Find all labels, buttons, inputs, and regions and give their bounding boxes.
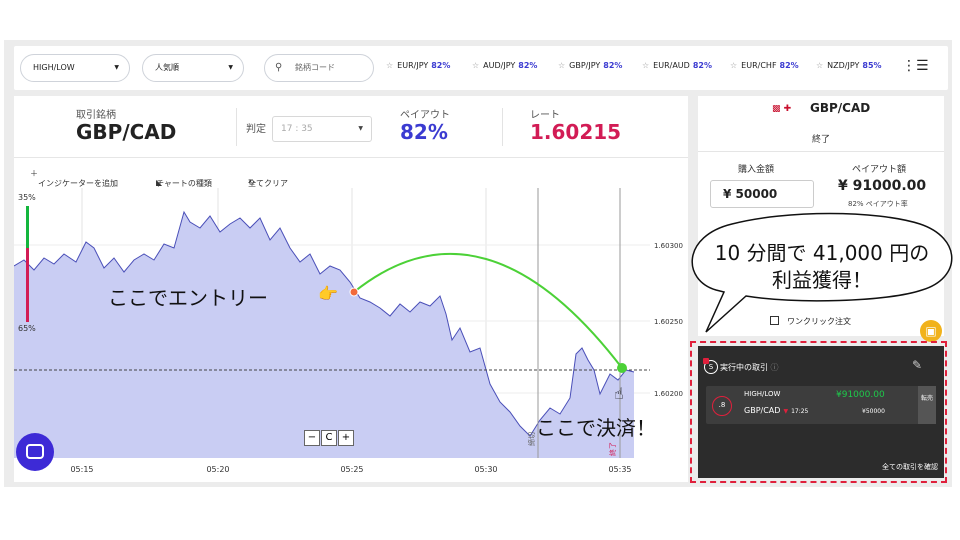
mode-select[interactable]: HIGH/LOW ▼ xyxy=(20,54,130,82)
order-header: ▩ ✚ GBP/CAD 終了 xyxy=(698,96,944,152)
payout-amount: ¥ 91000.00 xyxy=(838,178,927,194)
judge-select[interactable]: 17 : 35 ▼ xyxy=(272,116,372,142)
payout-label: ペイアウト xyxy=(400,110,450,121)
search-placeholder: 銘柄コード xyxy=(295,63,335,72)
chevron-down-icon: ▼ xyxy=(228,64,233,71)
order-status: 終了 xyxy=(811,135,830,145)
chevron-down-icon: ▼ xyxy=(358,125,363,132)
entry-annotation: ここでエントリー xyxy=(108,286,268,310)
judge-value: 17 : 35 xyxy=(281,124,313,134)
bubble-text: 10 分間で 41,000 円の 利益獲得！ xyxy=(694,240,950,294)
chart-toolbar: ＋ インジケーターを追加 ◣ チャートの種類 ↻ 全てクリア xyxy=(14,158,688,188)
bubble-line2: 利益獲得！ xyxy=(772,268,872,292)
payout-amount-label: ペイアウト額 xyxy=(852,165,907,175)
sentiment-high-bar xyxy=(26,206,29,248)
star-icon: ☆ xyxy=(642,61,650,70)
purchase-label: 購入金額 xyxy=(738,165,775,175)
favorite-payout: 85% xyxy=(862,61,882,70)
zoom-in-button[interactable]: + xyxy=(338,430,354,446)
x-tick-label: 05:30 xyxy=(474,465,497,474)
favorite-payout: 82% xyxy=(692,61,712,70)
pointing-hand-icon: ☝ xyxy=(614,384,624,403)
search-icon: ⚲ xyxy=(275,62,283,73)
top-bar: HIGH/LOW ▼ 人気順 ▼ ⚲ 銘柄コード ☆ EUR/JPY 82% ☆ AU… xyxy=(14,46,948,90)
close-annotation: ここで決済！ xyxy=(536,416,656,440)
star-icon: ☆ xyxy=(816,61,824,70)
favorite-pair: NZD/JPY xyxy=(827,61,860,70)
sentiment-low-label: 65% xyxy=(18,324,36,333)
chat-button[interactable] xyxy=(16,433,54,471)
search-input[interactable]: ⚲ 銘柄コード xyxy=(264,54,374,82)
sentiment-high-label: 35% xyxy=(18,193,36,202)
favorite-nzdjpy[interactable]: ☆ NZD/JPY 85% xyxy=(816,61,882,70)
zoom-out-button[interactable]: − xyxy=(304,430,320,446)
star-icon: ☆ xyxy=(472,61,480,70)
highlight-box xyxy=(690,341,947,483)
y-tick-label: 1.60200 xyxy=(654,390,683,398)
favorite-eurchf[interactable]: ☆ EUR/CHF 82% xyxy=(730,61,799,70)
chevron-down-icon: ▼ xyxy=(114,64,119,71)
judge-label: 判定 xyxy=(246,124,266,135)
favorite-payout: 82% xyxy=(779,61,799,70)
close-label: 終了 xyxy=(608,442,617,456)
amount-input[interactable]: ¥ 50000 xyxy=(710,180,814,208)
favorite-euraud[interactable]: ☆ EUR/AUD 82% xyxy=(642,61,712,70)
menu-icon[interactable]: ⋮☰ xyxy=(902,58,929,74)
x-tick-label: 05:15 xyxy=(70,465,93,474)
payout-value: 82% xyxy=(400,120,448,144)
zoom-reset-button[interactable]: C xyxy=(321,430,337,446)
star-icon: ☆ xyxy=(558,61,566,70)
bubble-line1: 10 分間で 41,000 円の xyxy=(714,241,930,265)
favorite-gbpjpy[interactable]: ☆ GBP/JPY 82% xyxy=(558,61,622,70)
asset-name: GBP/CAD xyxy=(76,120,177,144)
x-tick-label: 05:20 xyxy=(206,465,229,474)
favorite-pair: AUD/JPY xyxy=(483,61,516,70)
favorite-pair: EUR/CHF xyxy=(741,61,777,70)
chat-icon xyxy=(26,444,44,459)
sort-select[interactable]: 人気順 ▼ xyxy=(142,54,244,82)
deadline-label: 締切 xyxy=(527,432,536,446)
divider xyxy=(502,108,503,146)
favorite-payout: 82% xyxy=(603,61,623,70)
star-icon: ☆ xyxy=(386,61,394,70)
pointing-hand-icon: 👉 xyxy=(318,284,338,303)
rate-label: レート xyxy=(530,110,560,121)
add-indicator-button[interactable]: ＋ インジケーターを追加 xyxy=(30,168,118,188)
entry-marker xyxy=(349,287,359,297)
favorite-eurjpy[interactable]: ☆ EUR/JPY 82% xyxy=(386,61,450,70)
divider xyxy=(236,108,237,146)
favorite-pair: GBP/JPY xyxy=(569,61,601,70)
close-marker xyxy=(617,363,627,373)
favorite-pair: EUR/JPY xyxy=(397,61,429,70)
x-tick-label: 05:35 xyxy=(608,465,631,474)
asset-info: 取引銘柄 GBP/CAD 判定 17 : 35 ▼ ペイアウト 82% レート … xyxy=(14,96,688,158)
order-pair: GBP/CAD xyxy=(810,101,871,115)
rate-value: 1.60215 xyxy=(530,120,622,144)
zoom-controls: − C + xyxy=(304,430,355,446)
favorite-payout: 82% xyxy=(518,61,538,70)
favorite-audjpy[interactable]: ☆ AUD/JPY 82% xyxy=(472,61,537,70)
mode-select-value: HIGH/LOW xyxy=(33,63,75,72)
favorite-pair: EUR/AUD xyxy=(653,61,690,70)
flag-icon: ▩ ✚ xyxy=(772,104,792,114)
favorite-payout: 82% xyxy=(431,61,451,70)
sentiment-low-bar xyxy=(26,248,29,322)
x-tick-label: 05:25 xyxy=(340,465,363,474)
asset-label: 取引銘柄 xyxy=(76,110,116,121)
star-icon: ☆ xyxy=(730,61,738,70)
sort-select-value: 人気順 xyxy=(155,63,179,72)
